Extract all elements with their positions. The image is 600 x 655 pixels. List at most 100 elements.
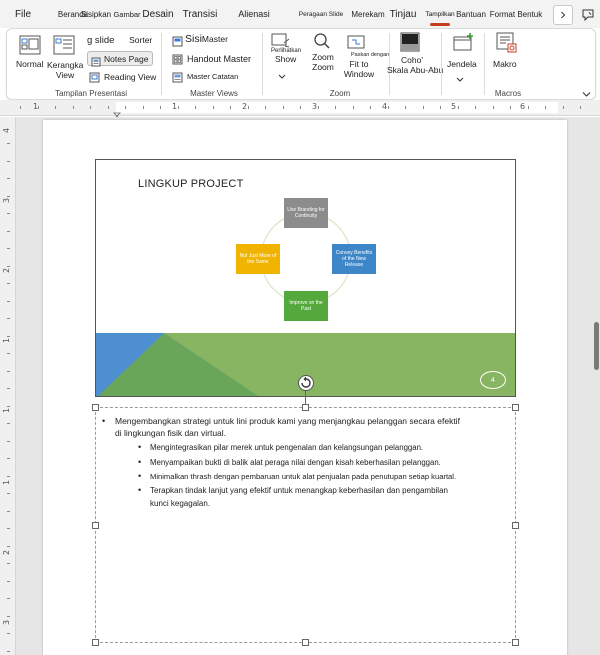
- notes-sub-bullet-continued: kunci kegagalan.: [150, 499, 211, 508]
- ruler-tick: [7, 370, 10, 372]
- ruler-tick: [37, 106, 39, 109]
- slide-box-left: Not Just More of the Same: [236, 244, 280, 274]
- vertical-ruler[interactable]: 4 3 2 1 1 1 2 3: [0, 117, 16, 655]
- show-button[interactable]: Show: [275, 54, 296, 64]
- rotate-handle-icon[interactable]: [297, 374, 315, 392]
- fit-to-window-label-2: Window: [343, 69, 375, 79]
- horizontal-ruler[interactable]: 1 1 2 3 4 5 6: [0, 100, 600, 120]
- tab-shape-format[interactable]: Format Bentuk: [488, 0, 544, 28]
- ribbon-separator: [161, 33, 162, 95]
- ruler-tick: [492, 106, 494, 109]
- slide-background-shapes: [96, 212, 515, 396]
- notes-page-button[interactable]: Notes Page: [87, 51, 153, 67]
- ruler-tick: [7, 475, 10, 477]
- ruler-tick: [7, 265, 10, 267]
- grayscale-icon: [400, 32, 420, 57]
- tab-draw[interactable]: Gambar: [113, 0, 141, 28]
- normal-view-button[interactable]: Normal: [16, 59, 43, 69]
- grayscale-label-2: Skala Abu-Abu: [387, 65, 444, 75]
- resize-handle[interactable]: [92, 404, 99, 411]
- grayscale-button[interactable]: Coho' Skala Abu-Abu: [387, 55, 444, 75]
- ruler-tick: [7, 143, 10, 144]
- resize-handle[interactable]: [512, 522, 519, 529]
- ruler-tick: [7, 318, 10, 319]
- chevron-down-icon: [456, 70, 464, 88]
- master-views-group-label: Master Views: [190, 89, 238, 98]
- tab-help[interactable]: Bantuan: [456, 0, 486, 28]
- outline-view-button[interactable]: Kerangka View: [47, 60, 83, 80]
- ruler-tick: [562, 106, 564, 109]
- ruler-tick: [7, 563, 10, 564]
- resize-handle[interactable]: [512, 404, 519, 411]
- resize-handle[interactable]: [512, 639, 519, 646]
- fit-to-window-label-1: Fit to: [349, 59, 369, 69]
- ruler-tick: [125, 106, 126, 109]
- tab-insert[interactable]: Sisipkan: [80, 0, 112, 28]
- chevron-right-icon[interactable]: [553, 5, 573, 25]
- tab-slide-show[interactable]: Peragaan Slide: [296, 0, 346, 28]
- ruler-tick: [7, 300, 10, 302]
- ruler-tick: [510, 106, 511, 109]
- resize-handle[interactable]: [92, 522, 99, 529]
- ruler-number: 2: [2, 549, 12, 556]
- feedback-icon[interactable]: [578, 5, 598, 25]
- bullet-icon: •: [138, 471, 142, 481]
- ruler-number: 1: [2, 407, 12, 414]
- tab-file[interactable]: File: [10, 0, 36, 28]
- resize-handle[interactable]: [92, 639, 99, 646]
- slide-master-icon: [172, 34, 183, 52]
- zoom-button[interactable]: Zoom Zoom: [309, 52, 337, 72]
- reading-view-button[interactable]: Reading View: [104, 72, 156, 82]
- notes-master-button[interactable]: Master Catatan: [187, 72, 238, 82]
- ruler-tick: [457, 106, 459, 109]
- grayscale-label-1: Coho': [401, 55, 423, 65]
- ruler-tick: [282, 106, 284, 109]
- ribbon-view: Normal Kerangka View g slide Sorter Note…: [6, 28, 596, 100]
- resize-handle[interactable]: [302, 404, 309, 411]
- handout-master-icon: [172, 52, 183, 70]
- window-button[interactable]: Jendela: [447, 59, 477, 69]
- macros-button[interactable]: Makro: [493, 59, 517, 69]
- tab-animations[interactable]: Alienasi: [235, 0, 273, 28]
- ribbon-separator: [262, 33, 263, 95]
- ruler-number: 3: [312, 102, 318, 111]
- tab-transitions[interactable]: Transisi: [180, 0, 220, 28]
- notes-sub-bullet: Terapkan tindak lanjut yang efektif untu…: [150, 486, 448, 495]
- slide-box-bottom: Improve on the Past: [284, 291, 328, 321]
- notes-master-icon: [172, 70, 183, 88]
- bullet-icon: •: [138, 485, 142, 495]
- ruler-tick: [7, 388, 10, 389]
- vertical-scrollbar-thumb[interactable]: [594, 322, 599, 370]
- ribbon-separator: [441, 33, 442, 95]
- normal-view-icon: [19, 35, 41, 60]
- tab-view[interactable]: Tampilkan: [424, 0, 456, 28]
- slide-box-top: Use Branding for Continuity: [284, 198, 328, 228]
- tab-review[interactable]: Tinjau: [388, 0, 418, 28]
- ruler-tick: [7, 633, 10, 634]
- ruler-tick: [7, 335, 10, 337]
- ruler-tick: [7, 248, 10, 249]
- ribbon-separator: [484, 33, 485, 95]
- ruler-tick: [7, 213, 10, 214]
- ruler-tick: [7, 160, 10, 162]
- tab-record[interactable]: Merekam: [350, 0, 386, 28]
- tab-design[interactable]: Desain: [141, 0, 175, 28]
- ruler-tick: [7, 405, 10, 407]
- ruler-tick: [7, 493, 10, 494]
- handout-master-button[interactable]: Handout Master: [187, 54, 251, 64]
- ruler-number: 3: [2, 619, 12, 626]
- ruler-tick: [370, 106, 371, 109]
- resize-handle[interactable]: [302, 639, 309, 646]
- ruler-tick: [580, 106, 581, 109]
- ruler-tick: [160, 106, 161, 109]
- slide-master-button[interactable]: SisiMaster: [185, 34, 228, 45]
- slide-thumbnail[interactable]: LINGKUP PROJECT Use Branding for Continu…: [95, 159, 516, 397]
- slide-sorter-button[interactable]: g slide Sorter: [87, 35, 152, 46]
- zoom-label-1: Zoom: [312, 52, 334, 62]
- ruler-tick: [72, 106, 74, 109]
- ruler-tick: [7, 353, 10, 354]
- notes-main-bullet-line-2: di lingkungan fisik dan virtual.: [115, 428, 227, 438]
- fit-to-window-button[interactable]: Fit to Window: [339, 59, 379, 79]
- ruler-tick: [55, 106, 56, 109]
- ruler-tick: [7, 423, 10, 424]
